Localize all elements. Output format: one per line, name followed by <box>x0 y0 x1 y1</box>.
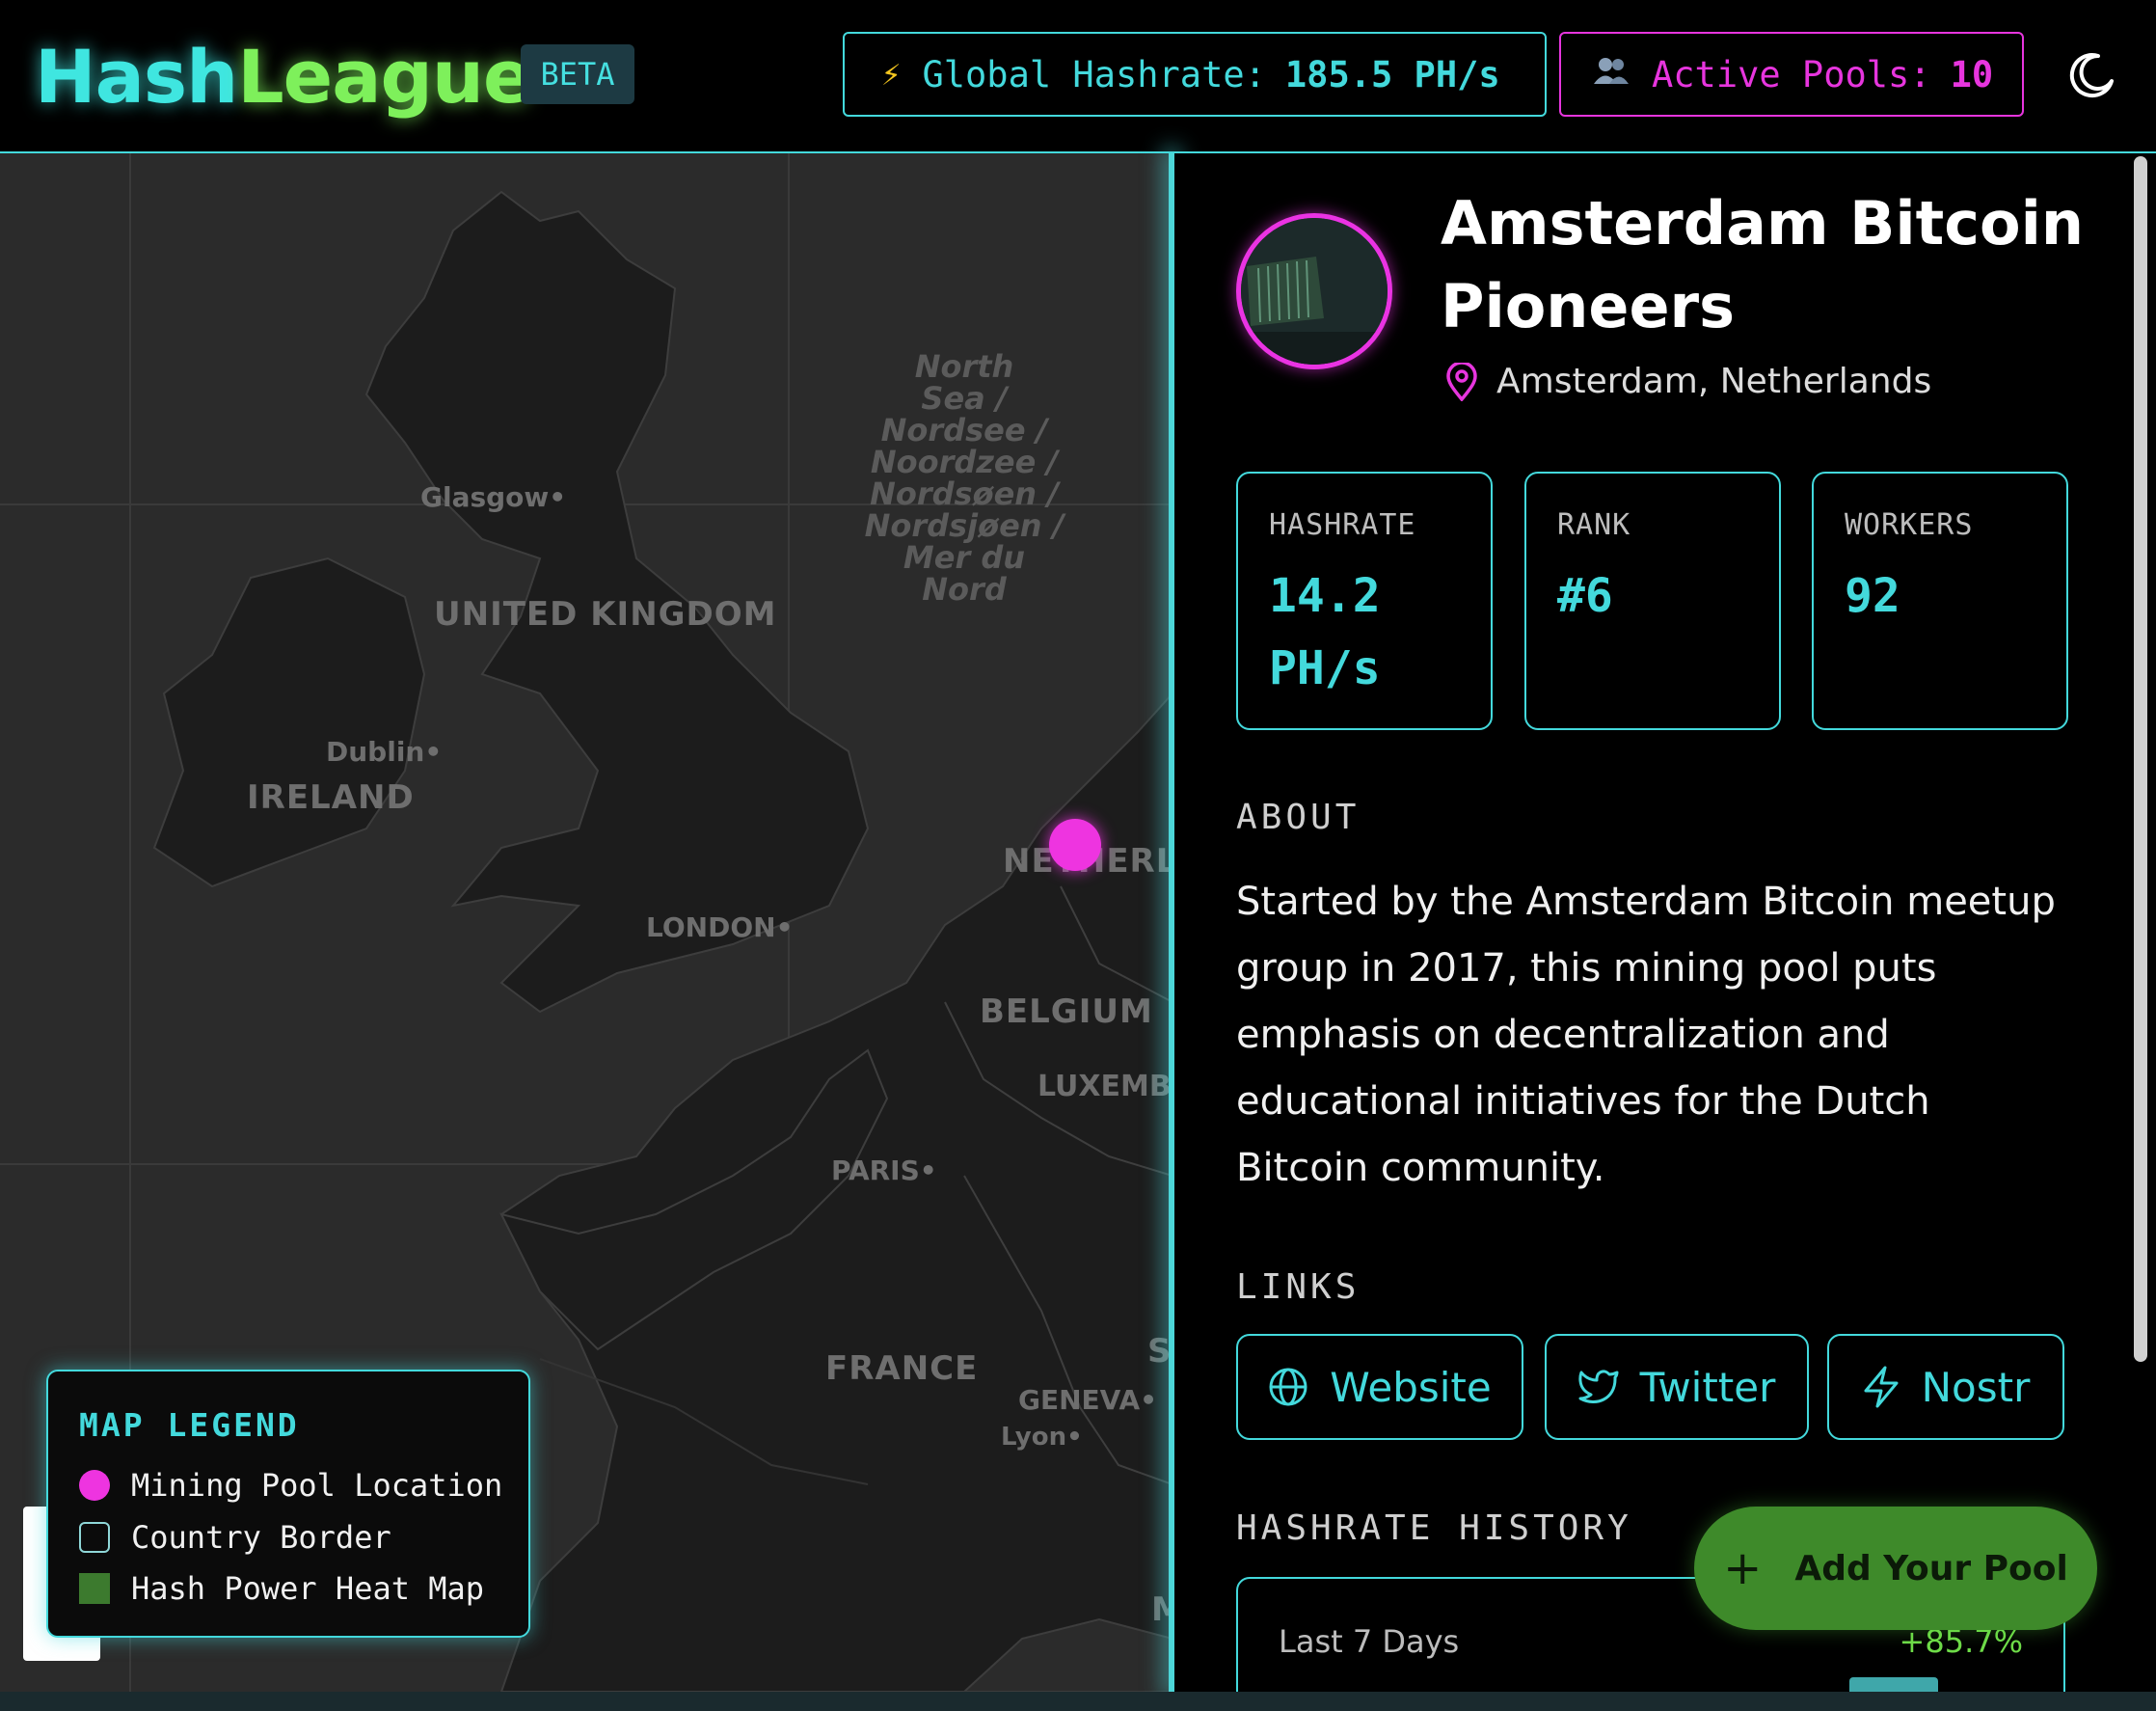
stat-value: #6 <box>1557 569 1613 623</box>
bottom-edge <box>0 1692 2156 1711</box>
stat-value: 92 <box>1845 569 1900 623</box>
city-name: LONDON <box>646 911 776 943</box>
nostr-link-label: Nostr <box>1921 1363 2031 1411</box>
hashrate-history-heading: HASHRATE HISTORY <box>1236 1508 1632 1548</box>
lightning-icon: ⚡ <box>881 55 902 94</box>
city-label-paris: PARIS• <box>831 1154 937 1186</box>
country-label-luxembourg: LUXEMB <box>1038 1070 1172 1103</box>
active-pools-value: 10 <box>1950 53 1994 95</box>
logo-hash: Hash <box>35 34 238 120</box>
sea-label-line: Sea / <box>921 380 1008 417</box>
legend-item-label: Mining Pool Location <box>131 1467 503 1504</box>
location-text: Amsterdam, Netherlands <box>1496 362 1932 401</box>
twitter-link-button[interactable]: Twitter <box>1545 1334 1809 1440</box>
beta-badge: BETA <box>521 44 634 104</box>
moon-icon[interactable] <box>2067 50 2117 100</box>
app-logo[interactable]: HashLeague <box>35 29 533 125</box>
map-pin-icon <box>1446 362 1477 401</box>
city-label-glasgow: Glasgow• <box>420 481 567 513</box>
stat-card-workers: WORKERS 92 <box>1812 472 2068 730</box>
top-header: HashLeague BETA ⚡ Global Hashrate: 185.5… <box>0 0 2156 153</box>
legend-title: MAP LEGEND <box>79 1406 300 1444</box>
legend-item-label: Hash Power Heat Map <box>131 1570 485 1607</box>
add-pool-button[interactable]: + Add Your Pool <box>1694 1507 2097 1630</box>
legend-item-heatmap: Hash Power Heat Map <box>79 1569 484 1608</box>
legend-item-border: Country Border <box>79 1518 391 1557</box>
plus-icon: + <box>1723 1541 1763 1595</box>
sea-label-line: Nordsjøen / <box>864 507 1065 544</box>
stat-value: 14.2 PH/s <box>1269 569 1381 695</box>
sea-label-line: Mer du <box>903 539 1026 576</box>
country-label-uk: UNITED KINGDOM <box>434 595 777 634</box>
website-link-button[interactable]: Website <box>1236 1334 1523 1440</box>
twitter-icon <box>1578 1370 1619 1403</box>
nostr-link-button[interactable]: Nostr <box>1827 1334 2064 1440</box>
website-link-label: Website <box>1330 1363 1492 1411</box>
stat-card-rank: RANK #6 <box>1524 472 1781 730</box>
sea-label: North Sea / Nordsee / Noordzee / Nordsøe… <box>849 351 1080 606</box>
active-pools-stat: Active Pools: 10 <box>1559 32 2024 117</box>
sea-label-line: Noordzee / <box>870 444 1059 480</box>
links-heading: LINKS <box>1236 1267 1361 1307</box>
sea-label-line: Nordsee / <box>880 412 1048 448</box>
sea-label-line: Nordsøen / <box>870 475 1059 512</box>
stat-label: WORKERS <box>1845 508 1974 542</box>
stat-card-hashrate: HASHRATE 14.2 PH/s <box>1236 472 1493 730</box>
heatmap-square-icon <box>79 1573 110 1604</box>
about-description: Started by the Amsterdam Bitcoin meetup … <box>1236 880 2056 1190</box>
panel-scrollbar[interactable] <box>2134 156 2147 1362</box>
stat-label: RANK <box>1557 508 1631 542</box>
city-label-geneva: GENEVA• <box>1018 1384 1158 1416</box>
about-heading: ABOUT <box>1236 798 1361 837</box>
city-label-dublin: Dublin• <box>326 736 443 768</box>
city-name: GENEVA <box>1018 1384 1141 1416</box>
city-name: Glasgow <box>420 481 550 513</box>
stat-label: HASHRATE <box>1269 508 1416 542</box>
logo-league: League <box>237 34 532 120</box>
twitter-link-label: Twitter <box>1639 1363 1776 1411</box>
city-name: Lyon <box>1001 1423 1067 1452</box>
pool-name: Amsterdam Bitcoin Pioneers <box>1441 188 2085 341</box>
active-pools-label: Active Pools: <box>1652 53 1931 95</box>
add-pool-label: Add Your Pool <box>1794 1548 2068 1589</box>
lightning-icon <box>1864 1366 1899 1408</box>
users-icon <box>1592 55 1630 94</box>
legend-item-pool: Mining Pool Location <box>79 1466 502 1505</box>
history-chart-bar <box>1849 1677 1938 1692</box>
pool-avatar <box>1236 213 1392 369</box>
country-label-ireland: IRELAND <box>247 778 415 817</box>
country-label-belgium: BELGIUM <box>980 992 1153 1031</box>
map-legend: MAP LEGEND Mining Pool Location Country … <box>46 1370 530 1638</box>
border-square-icon <box>79 1522 110 1553</box>
country-label-france: FRANCE <box>825 1349 979 1388</box>
pool-location: Amsterdam, Netherlands <box>1444 362 1931 401</box>
sea-label-line: North <box>914 348 1014 385</box>
history-range-label: Last 7 Days <box>1279 1623 1460 1660</box>
pool-dot-icon <box>79 1470 110 1501</box>
pool-location-marker[interactable] <box>1049 819 1101 871</box>
globe-icon <box>1269 1368 1307 1406</box>
sea-label-line: Nord <box>922 571 1007 608</box>
global-hashrate-value: 185.5 PH/s <box>1284 53 1500 95</box>
legend-item-label: Country Border <box>131 1519 391 1556</box>
pool-detail-panel: Amsterdam Bitcoin Pioneers Amsterdam, Ne… <box>1174 153 2156 1692</box>
city-label-lyon: Lyon• <box>1001 1423 1083 1452</box>
city-name: PARIS <box>831 1154 920 1186</box>
city-name: Dublin <box>326 736 425 768</box>
global-hashrate-stat: ⚡ Global Hashrate: 185.5 PH/s <box>843 32 1547 117</box>
city-label-london: LONDON• <box>646 911 794 943</box>
global-hashrate-label: Global Hashrate: <box>922 53 1266 95</box>
